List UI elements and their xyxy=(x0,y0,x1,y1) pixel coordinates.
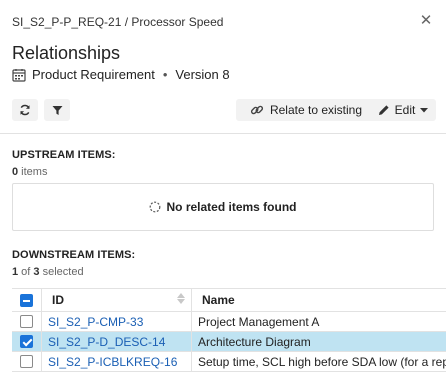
page-title: Relationships xyxy=(12,43,121,63)
divider xyxy=(0,133,446,134)
column-id-label: ID xyxy=(52,293,64,307)
empty-message: No related items found xyxy=(166,200,297,214)
calendar-icon xyxy=(12,68,26,82)
item-version: Version 8 xyxy=(175,67,230,82)
edit-menu-button[interactable]: Edit xyxy=(370,99,436,121)
selected-suffix: selected xyxy=(39,266,84,278)
of-text: of xyxy=(18,266,34,278)
table-row[interactable]: SI_S2_P-CMP-33 Project Management A xyxy=(12,312,446,332)
filter-icon xyxy=(52,105,62,115)
refresh-button[interactable] xyxy=(12,99,38,121)
row-id-link[interactable]: SI_S2_P-CMP-33 xyxy=(42,312,192,331)
row-check-cell xyxy=(12,352,42,371)
downstream-selection-count: 1 of 3 selected xyxy=(12,266,84,278)
separator: • xyxy=(162,67,168,82)
column-header-name[interactable]: Name xyxy=(192,289,446,311)
pencil-icon xyxy=(378,105,389,115)
table-row[interactable]: SI_S2_P-D_DESC-14 Architecture Diagram xyxy=(12,332,446,352)
table-row[interactable]: SI_S2_P-ICBLKREQ-16 Setup time, SCL high… xyxy=(12,352,446,372)
row-name: Setup time, SCL high before SDA low (for… xyxy=(198,354,446,369)
item-info: Product Requirement • Version 8 xyxy=(12,66,230,84)
upstream-title: UPSTREAM ITEMS: xyxy=(12,149,116,161)
downstream-title: DOWNSTREAM ITEMS: xyxy=(12,249,136,261)
column-name-label: Name xyxy=(202,293,235,307)
close-icon[interactable]: ✕ xyxy=(418,13,434,29)
sort-icon xyxy=(177,293,185,304)
row-checkbox[interactable] xyxy=(20,315,33,328)
refresh-icon xyxy=(20,104,30,116)
row-name: Project Management A xyxy=(198,314,320,329)
row-check-cell xyxy=(12,312,42,331)
panel-header: SI_S2_P-P_REQ-21 / Processor Speed ✕ xyxy=(12,13,434,32)
row-id-link[interactable]: SI_S2_P-ICBLKREQ-16 xyxy=(42,352,192,371)
relate-label: Relate to existing xyxy=(269,103,363,117)
chevron-down-icon xyxy=(420,108,429,113)
column-header-id[interactable]: ID xyxy=(42,289,192,311)
row-id-link[interactable]: SI_S2_P-D_DESC-14 xyxy=(42,332,192,351)
upstream-count-suffix: items xyxy=(18,166,48,178)
row-checkbox[interactable] xyxy=(20,355,33,368)
relate-to-existing-button[interactable]: Relate to existing xyxy=(236,99,376,121)
select-all-cell xyxy=(12,289,42,311)
breadcrumb: SI_S2_P-P_REQ-21 / Processor Speed xyxy=(12,15,224,29)
toolbar: Relate to existing Edit xyxy=(12,99,436,121)
item-type: Product Requirement xyxy=(32,67,155,82)
select-all-checkbox[interactable] xyxy=(20,293,33,307)
downstream-table: ID Name SI_S2_P-CMP-33 Project Managemen… xyxy=(12,288,446,372)
upstream-empty-state: No related items found xyxy=(12,183,434,231)
row-checkbox[interactable] xyxy=(20,335,33,348)
row-name: Architecture Diagram xyxy=(198,334,311,349)
upstream-count: 0 items xyxy=(12,166,47,178)
link-icon xyxy=(250,105,264,115)
filter-button[interactable] xyxy=(44,99,70,121)
table-header: ID Name xyxy=(12,288,446,312)
row-check-cell xyxy=(12,332,42,351)
edit-label: Edit xyxy=(394,103,416,117)
spinner-icon xyxy=(150,201,161,213)
